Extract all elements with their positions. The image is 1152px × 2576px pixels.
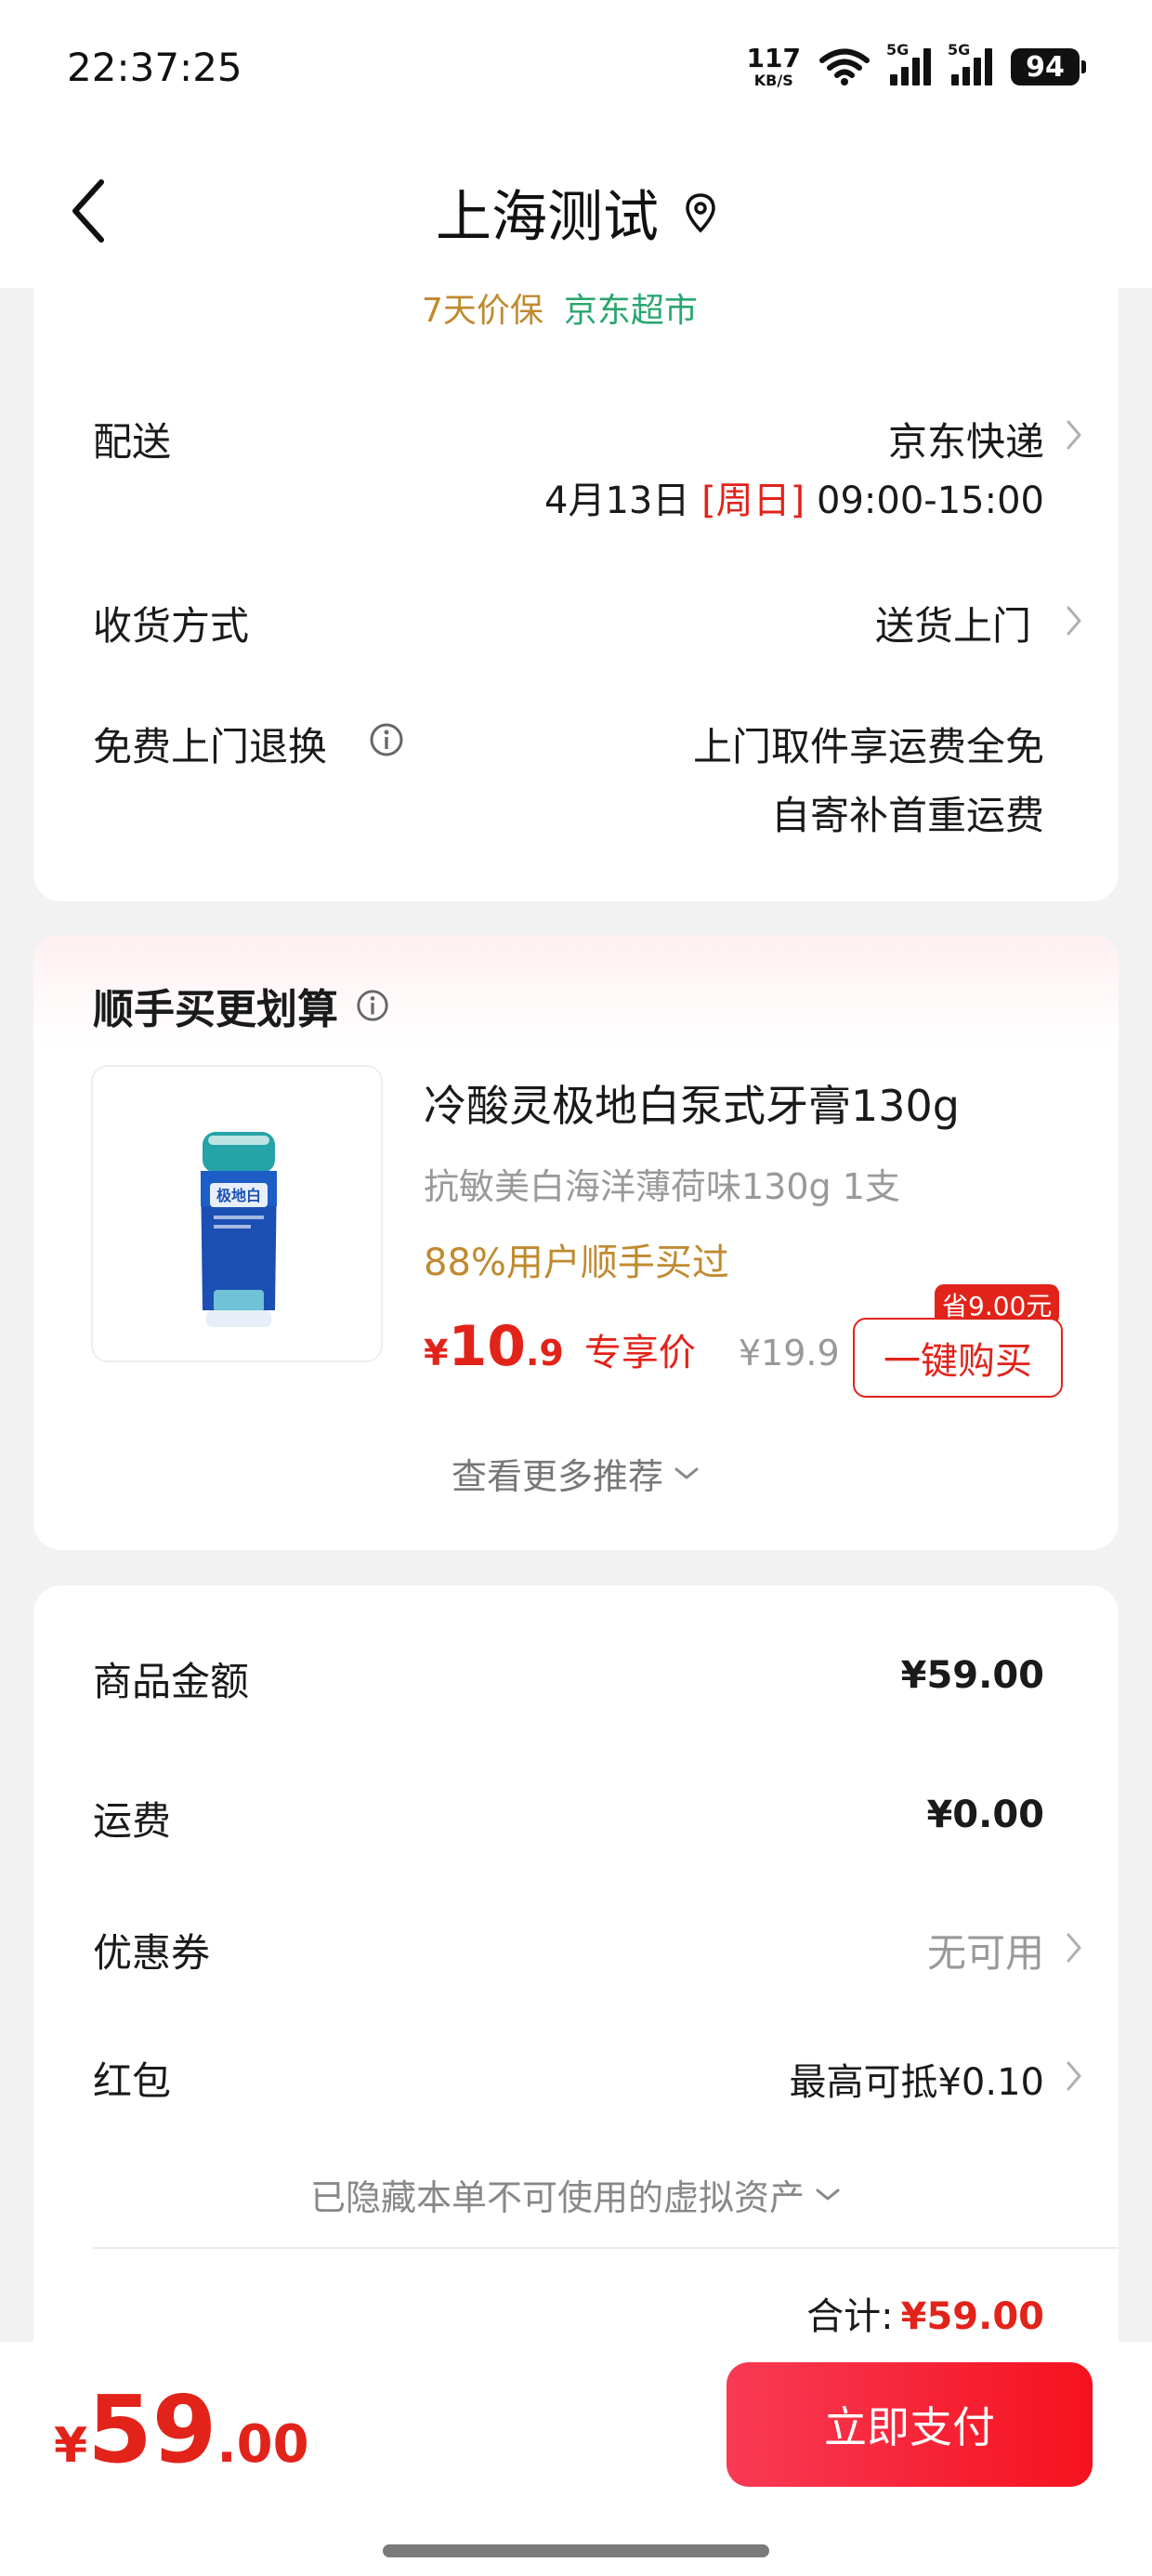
page-title: 上海测试 (436, 185, 659, 250)
freight-row: 运费 ¥0.00 (33, 1790, 1119, 1855)
wifi-icon (819, 48, 870, 85)
freight-label: 运费 (93, 1798, 172, 1844)
location-pin-icon (686, 192, 715, 232)
footer-amount: ¥ 59 .00 (54, 2375, 309, 2484)
free-return-line1: 上门取件享运费全免 (692, 724, 1044, 769)
pay-now-button[interactable]: 立即支付 (727, 2362, 1093, 2487)
goods-amount-label: 商品金额 (93, 1659, 250, 1704)
toothpaste-pump-image: 极地白 (201, 1132, 277, 1327)
footer-currency: ¥ (54, 2418, 88, 2474)
total-row: 合计: ¥59.00 (806, 2286, 1044, 2340)
signal-1-tag: 5G (886, 41, 910, 59)
total-label: 合计: (806, 2295, 894, 2338)
product-social-proof: 88%用户顺手买过 (424, 1242, 729, 1284)
battery-icon: 94 (1011, 48, 1086, 85)
free-return-line2: 自寄补首重运费 (770, 793, 1044, 838)
delivery-label: 配送 (93, 419, 172, 465)
home-indicator[interactable] (383, 2544, 769, 2557)
receive-label: 收货方式 (93, 603, 250, 649)
delivery-date: 4月13日 (544, 480, 690, 522)
goods-amount-value: ¥59.00 (900, 1654, 1044, 1697)
net-speed: 117 KB/S (747, 46, 801, 88)
price-decimal: .9 (525, 1333, 564, 1373)
coupon-label: 优惠券 (93, 1930, 211, 1976)
signal-icon-1: 5G (886, 41, 931, 85)
price-protect-tag: 7天价保 (422, 292, 543, 330)
see-more-recommend[interactable]: 查看更多推荐 (33, 1448, 1119, 1499)
product-tube-label: 极地白 (216, 1187, 261, 1204)
info-icon[interactable] (355, 988, 390, 1023)
price-label: 专享价 (583, 1332, 696, 1374)
info-icon[interactable] (368, 721, 405, 758)
coupon-row[interactable]: 优惠券 无可用 (33, 1922, 1119, 1987)
net-speed-value: 117 (746, 43, 801, 73)
header-title-group[interactable]: 上海测试 (0, 172, 1152, 253)
summary-divider (93, 2247, 1119, 2249)
delivery-row[interactable]: 配送 京东快递 4月13日 [周日] 09:00-15:00 (33, 400, 1119, 539)
coupon-value: 无可用 (926, 1930, 1044, 1976)
chevron-right-icon (1067, 1933, 1081, 1963)
chevron-right-icon (1067, 2061, 1081, 2091)
net-speed-unit: KB/S (753, 72, 793, 89)
nav-header: 上海测试 (0, 135, 1152, 288)
jd-supermarket-tag: 京东超市 (563, 292, 698, 330)
chevron-right-icon (1067, 606, 1081, 636)
delivery-weekday: [周日] (701, 480, 805, 522)
price-integer: 10 (448, 1314, 526, 1379)
product-image[interactable]: 极地白 (91, 1065, 383, 1362)
free-return-row: 免费上门退换 上门取件享运费全免 自寄补首重运费 (33, 706, 1119, 846)
product-desc: 抗敏美白海洋薄荷味130g 1支 (424, 1166, 900, 1207)
redpack-row[interactable]: 红包 最高可抵¥0.10 (33, 2050, 1119, 2115)
order-confirm-page: 22:37:25 117 KB/S 5G 5G 94 上海测试 7天价保 京东超… (0, 0, 1152, 2576)
receive-row[interactable]: 收货方式 送货上门 (33, 585, 1119, 660)
signal-icon-2: 5G (948, 41, 992, 85)
freight-value: ¥0.00 (926, 1794, 1044, 1836)
addon-title: 顺手买更划算 (93, 986, 338, 1033)
addon-header: 顺手买更划算 (93, 976, 390, 1035)
delivery-card: 7天价保 京东超市 配送 京东快递 4月13日 [周日] 09:00-15:00… (33, 279, 1119, 901)
delivery-carrier: 京东快递 (887, 419, 1044, 465)
free-return-label: 免费上门退换 (93, 724, 328, 769)
status-bar: 22:37:25 117 KB/S 5G 5G 94 (0, 0, 1152, 135)
total-value: ¥59.00 (900, 2295, 1044, 2338)
product-price: ¥ 10 .9 专享价 ¥19.9 (424, 1314, 840, 1379)
hidden-assets-label: 已隐藏本单不可使用的虚拟资产 (309, 2177, 805, 2218)
redpack-value: 最高可抵¥0.10 (789, 2061, 1044, 2104)
original-price: ¥19.9 (738, 1333, 840, 1373)
redpack-label: 红包 (93, 2058, 172, 2104)
price-currency: ¥ (424, 1333, 449, 1373)
delivery-window: 09:00-15:00 (817, 480, 1044, 522)
chevron-down-icon (674, 1467, 699, 1479)
bottom-pay-bar: ¥ 59 .00 立即支付 (0, 2342, 1152, 2576)
see-more-label: 查看更多推荐 (451, 1456, 663, 1497)
footer-amount-decimal: .00 (216, 2414, 309, 2475)
product-tags: 7天价保 京东超市 (422, 283, 698, 332)
footer-amount-integer: 59 (87, 2375, 217, 2484)
signal-2-tag: 5G (948, 41, 971, 59)
receive-value: 送货上门 (874, 603, 1031, 649)
goods-amount-row: 商品金额 ¥59.00 (33, 1650, 1119, 1715)
delivery-time: 4月13日 [周日] 09:00-15:00 (544, 470, 1044, 524)
one-click-buy-button[interactable]: 一键购买 (853, 1318, 1063, 1398)
summary-card: 商品金额 ¥59.00 运费 ¥0.00 优惠券 无可用 红包 最高可抵¥0.1… (33, 1585, 1119, 2385)
status-icons: 117 KB/S 5G 5G 94 (747, 41, 1086, 93)
chevron-right-icon (1067, 420, 1081, 450)
product-name[interactable]: 冷酸灵极地白泵式牙膏130g (424, 1072, 960, 1134)
chevron-down-icon (816, 2188, 840, 2200)
addon-card: 顺手买更划算 极地白 冷酸灵极地白泵式牙膏130g 抗敏美白海洋薄荷味130g … (33, 935, 1119, 1550)
hidden-assets-toggle[interactable]: 已隐藏本单不可使用的虚拟资产 (33, 2169, 1119, 2220)
status-time: 22:37:25 (67, 45, 242, 90)
